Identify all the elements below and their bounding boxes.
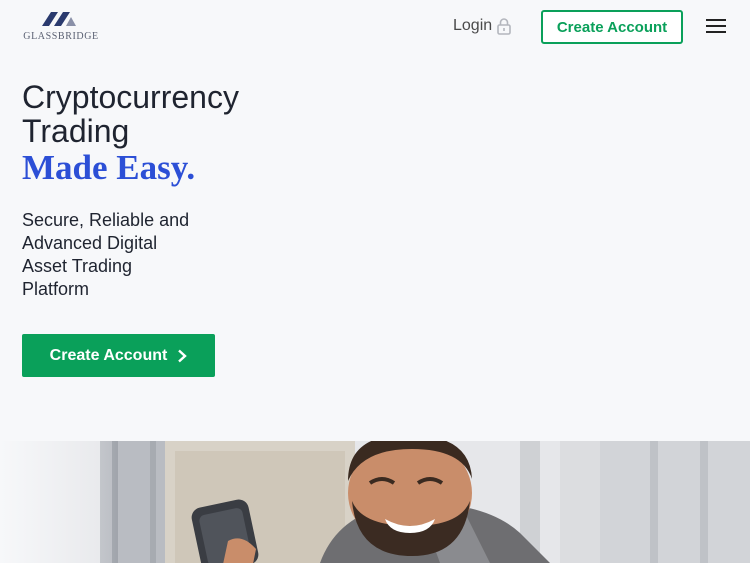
glassbridge-logo[interactable]: GLASSBRIDGE — [22, 12, 100, 42]
login-label: Login — [453, 17, 493, 34]
site-header: GLASSBRIDGE Login Create Account — [0, 0, 750, 56]
hero-accent: Made Easy. — [22, 148, 196, 187]
hero-title: Cryptocurrency Trading — [22, 79, 239, 149]
login-link[interactable]: Login — [453, 15, 511, 37]
logo-mark-icon — [42, 12, 76, 26]
cta-label: Create Account — [49, 346, 168, 364]
chevron-right-icon — [178, 349, 188, 362]
logo-wordmark: GLASSBRIDGE — [23, 31, 99, 42]
header-create-account-button[interactable]: Create Account — [541, 10, 683, 44]
lock-icon — [497, 17, 511, 35]
hero-photo — [0, 441, 750, 563]
hero-subtitle: Secure, Reliable and Advanced Digital As… — [22, 210, 190, 299]
hero-create-account-button[interactable]: Create Account — [22, 334, 215, 377]
hamburger-menu-icon[interactable] — [704, 16, 728, 36]
